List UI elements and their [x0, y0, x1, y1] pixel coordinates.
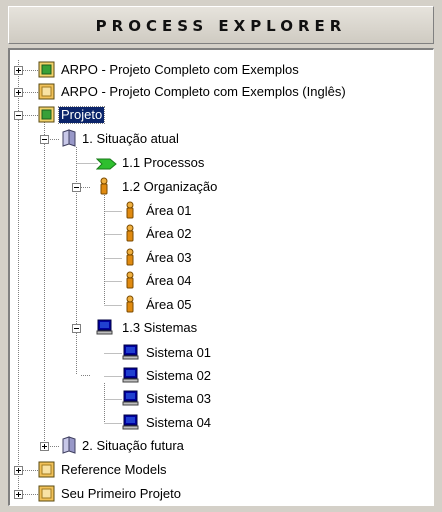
tree-node-label: ARPO - Projeto Completo com Exemplos (In…	[61, 84, 346, 99]
tree-node-label: 2. Situação futura	[82, 438, 184, 453]
person-icon	[126, 295, 134, 313]
expand-toggle[interactable]	[14, 66, 23, 75]
expand-toggle[interactable]	[40, 442, 49, 451]
tree-node-situacao-futura[interactable]: 2. Situação futura	[10, 434, 430, 458]
tree-node-area-01[interactable]: Área 01	[10, 199, 430, 223]
tree-node-label: Sistema 03	[146, 391, 212, 406]
collapse-toggle[interactable]	[40, 135, 49, 144]
tree-node-sistema-01[interactable]: Sistema 01	[10, 341, 430, 365]
tree-node-sistema-04[interactable]: Sistema 04	[10, 411, 430, 435]
computer-icon	[96, 319, 113, 335]
tree-node-label: 1. Situação atual	[82, 131, 179, 146]
tree-node-situacao-atual[interactable]: 1. Situação atual	[10, 127, 430, 151]
tree-node-organizacao[interactable]: 1.2 Organização	[10, 175, 430, 199]
computer-icon	[122, 414, 139, 430]
tree-node-label: ARPO - Projeto Completo com Exemplos	[61, 62, 299, 77]
process-arrow-icon	[96, 158, 117, 170]
tree-node-sistema-02[interactable]: Sistema 02	[10, 364, 430, 388]
tree-node-arpo-en[interactable]: ARPO - Projeto Completo com Exemplos (In…	[10, 80, 430, 104]
tree-node-area-05[interactable]: Área 05	[10, 293, 430, 317]
tree-node-label: Projeto	[57, 106, 106, 124]
tree-node-label: Sistema 02	[146, 368, 212, 383]
computer-icon	[122, 367, 139, 383]
tree-node-seu-primeiro-projeto[interactable]: Seu Primeiro Projeto	[10, 482, 430, 505]
tree-node-label: Sistema 01	[146, 345, 212, 360]
expand-toggle[interactable]	[14, 88, 23, 97]
person-icon	[126, 271, 134, 289]
tree-node-arpo[interactable]: ARPO - Projeto Completo com Exemplos	[10, 58, 430, 82]
tree-node-area-03[interactable]: Área 03	[10, 246, 430, 270]
project-book-icon	[38, 83, 55, 100]
person-icon	[100, 177, 108, 195]
tree-node-area-04[interactable]: Área 04	[10, 269, 430, 293]
tree-node-label: Seu Primeiro Projeto	[61, 486, 181, 501]
tree-node-label: Área 05	[146, 297, 192, 312]
tree-node-sistemas[interactable]: 1.3 Sistemas	[10, 316, 430, 340]
tree-node-label: Área 01	[146, 203, 192, 218]
collapse-toggle[interactable]	[14, 111, 23, 120]
collapse-toggle[interactable]	[72, 183, 81, 192]
tree-node-label: Reference Models	[61, 462, 167, 477]
project-book-icon	[38, 461, 55, 478]
tree-node-label: 1.3 Sistemas	[122, 320, 198, 335]
tree-node-label: Área 03	[146, 250, 192, 265]
process-explorer-window: PROCESS EXPLORER ARPO - Projeto Completo…	[0, 0, 442, 512]
process-tree[interactable]: ARPO - Projeto Completo com Exemplos ARP…	[8, 48, 434, 506]
tree-node-label: Área 04	[146, 273, 192, 288]
computer-icon	[122, 390, 139, 406]
person-icon	[126, 224, 134, 242]
expand-toggle[interactable]	[14, 466, 23, 475]
tree-node-label: 1.1 Processos	[122, 155, 205, 170]
project-book-icon	[38, 485, 55, 502]
expand-toggle[interactable]	[14, 490, 23, 499]
panel-header: PROCESS EXPLORER	[8, 6, 434, 44]
project-book-icon	[38, 61, 55, 78]
tree-node-reference-models[interactable]: Reference Models	[10, 458, 430, 482]
tree-node-area-02[interactable]: Área 02	[10, 222, 430, 246]
tree-node-sistema-03[interactable]: Sistema 03	[10, 387, 430, 411]
person-icon	[126, 248, 134, 266]
computer-icon	[122, 344, 139, 360]
folder-icon	[62, 129, 76, 147]
tree-node-label: Área 02	[146, 226, 192, 241]
tree-node-projeto[interactable]: Projeto	[10, 103, 430, 127]
project-book-open-icon	[38, 106, 55, 123]
folder-icon	[62, 436, 76, 454]
tree-node-processos[interactable]: 1.1 Processos	[10, 151, 430, 175]
tree-node-label: Sistema 04	[146, 415, 212, 430]
tree-node-label: 1.2 Organização	[122, 179, 218, 194]
panel-title: PROCESS EXPLORER	[95, 17, 347, 35]
person-icon	[126, 201, 134, 219]
collapse-toggle[interactable]	[72, 324, 81, 333]
